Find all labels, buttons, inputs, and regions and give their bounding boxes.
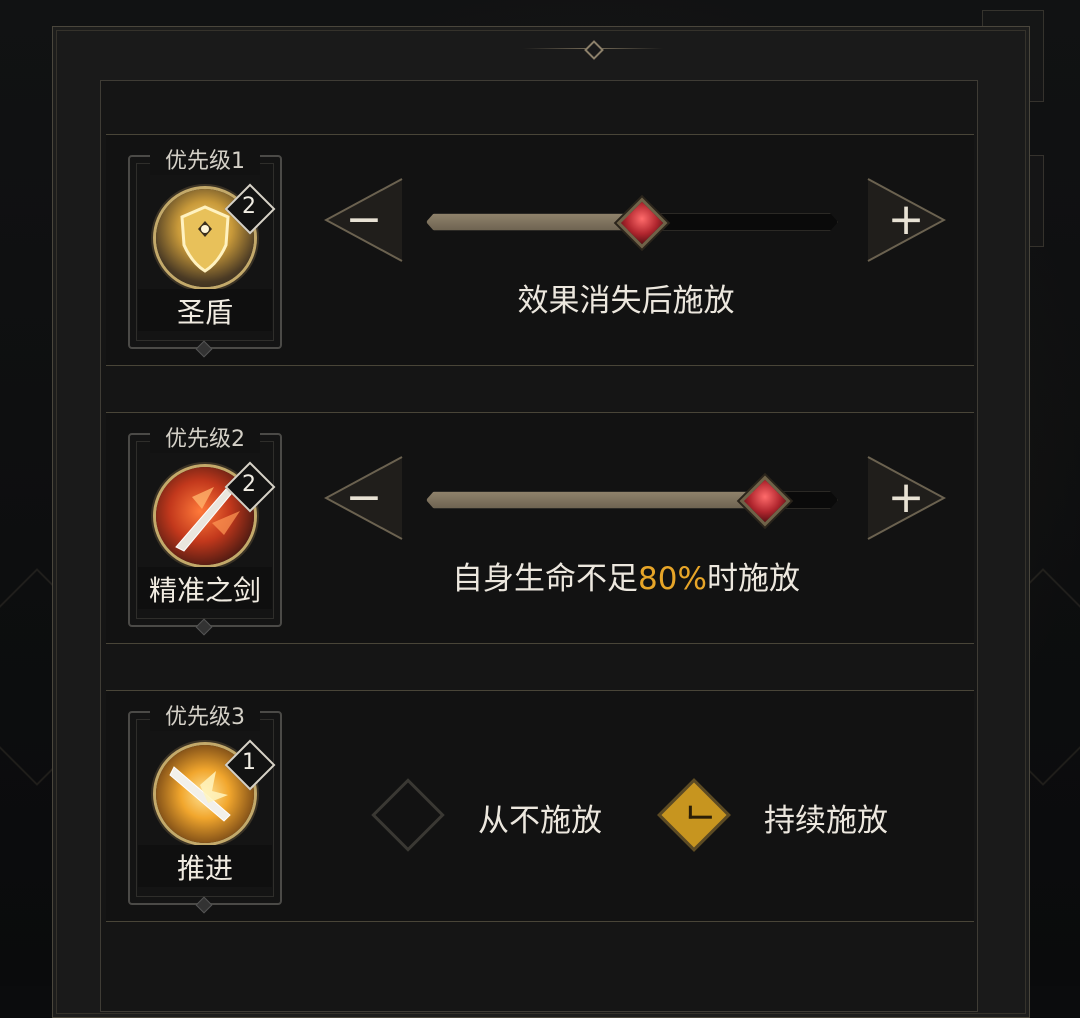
slider-fill <box>427 492 763 508</box>
priority-label: 优先级1 <box>150 143 260 175</box>
checkbox-unchecked-icon[interactable] <box>371 778 445 852</box>
level-number: 1 <box>242 750 256 775</box>
skill-card[interactable]: 优先级2 2 精准之剑 <box>128 421 282 636</box>
plus-icon: + <box>887 194 925 245</box>
slider-handle[interactable] <box>616 197 668 249</box>
skill-name: 推进 <box>176 852 233 885</box>
condition-text: 自身生命不足80%时施放 <box>346 553 906 598</box>
panel-ornament-icon <box>584 40 604 60</box>
minus-icon: − <box>345 472 383 523</box>
option-never-cast[interactable]: 从不施放 <box>371 778 642 852</box>
priority-label: 优先级2 <box>150 421 260 453</box>
skill-row-2: 优先级2 2 精准之剑 − + 自身生命不足80%时施放 <box>106 412 974 644</box>
increase-button[interactable]: + <box>866 175 946 265</box>
priority-label: 优先级3 <box>150 699 260 731</box>
option-always-cast[interactable]: 持续施放 <box>657 778 928 852</box>
slider-fill <box>427 214 640 230</box>
option-label: 从不施放 <box>478 803 602 839</box>
increase-button[interactable]: + <box>866 453 946 543</box>
check-icon <box>688 805 712 819</box>
card-ornament <box>195 618 213 636</box>
condition-suffix: 时施放 <box>706 561 800 597</box>
card-ornament <box>195 896 213 914</box>
slider-handle[interactable] <box>739 475 791 527</box>
level-number: 2 <box>242 194 256 219</box>
decrease-button[interactable]: − <box>324 453 404 543</box>
level-number: 2 <box>242 472 256 497</box>
plus-icon: + <box>887 472 925 523</box>
skill-card[interactable]: 优先级3 1 推进 <box>128 699 282 914</box>
skill-name: 精准之剑 <box>148 574 261 607</box>
skill-row-3: 优先级3 1 推进 从不施放 持续施放 <box>106 690 974 922</box>
condition-text: 效果消失后施放 <box>517 283 735 319</box>
condition-value: 80% <box>638 561 707 597</box>
condition-prefix: 自身生命不足 <box>452 561 639 597</box>
skill-row-1: 优先级1 2 圣盾 − + 效果消失后施放 <box>106 134 974 366</box>
minus-icon: − <box>345 194 383 245</box>
card-ornament <box>195 340 213 358</box>
option-label: 持续施放 <box>764 803 888 839</box>
skill-card[interactable]: 优先级1 2 圣盾 <box>128 143 282 358</box>
decrease-button[interactable]: − <box>324 175 404 265</box>
checkbox-checked-icon[interactable] <box>657 778 731 852</box>
skill-name: 圣盾 <box>176 296 233 329</box>
